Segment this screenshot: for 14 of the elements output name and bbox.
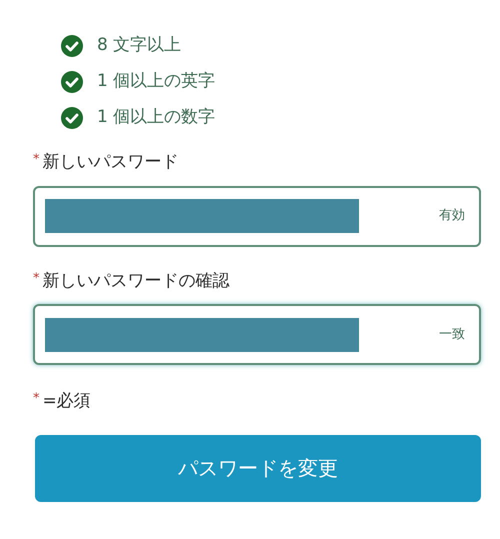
field-status: 一致	[439, 326, 465, 344]
change-password-button[interactable]: パスワードを変更	[35, 434, 481, 502]
field-label: 新しいパスワードの確認	[42, 270, 230, 290]
required-legend: =必須	[42, 391, 91, 411]
requirement-text: 1 個以上の英字	[97, 70, 216, 94]
required-mark: *	[33, 152, 40, 167]
password-field[interactable]: 一致	[33, 304, 481, 365]
field-label: 新しいパスワード	[42, 152, 178, 172]
requirement-text: 8 文字以上	[97, 34, 182, 58]
required-mark: *	[33, 270, 40, 286]
password-field[interactable]: 有効	[33, 186, 481, 246]
required-mark: *	[33, 391, 40, 406]
field-status: 有効	[439, 207, 465, 226]
requirement-text: 1 個以上の数字	[97, 106, 216, 130]
